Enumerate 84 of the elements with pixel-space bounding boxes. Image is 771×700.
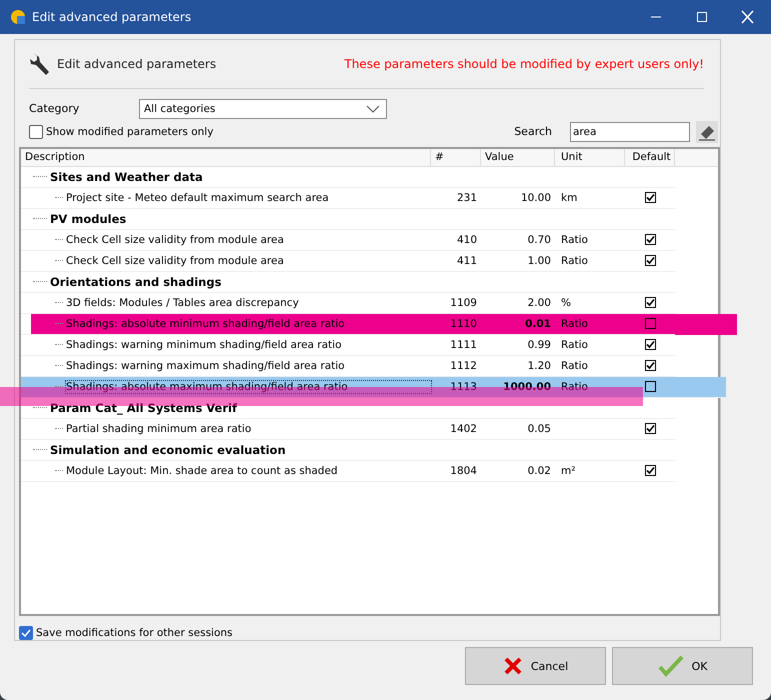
- cancel-button[interactable]: Cancel: [465, 647, 606, 685]
- checkmark-icon: [658, 655, 684, 677]
- category-row[interactable]: Param Cat_ All Systems Verif: [50, 400, 237, 414]
- default-checkbox[interactable]: [644, 360, 656, 371]
- parameter-row[interactable]: Shadings: warning minimum shading/field area ratio 1111 0.99 Ratio: [21, 334, 675, 356]
- default-checkbox[interactable]: [644, 192, 656, 203]
- save-modifications-checkbox[interactable]: Save modifications for other sessions: [19, 626, 718, 640]
- default-checkbox[interactable]: [644, 318, 656, 329]
- unit-cell-text: km: [560, 192, 578, 204]
- description-cell-text: Project site - Meteo default maximum search area: [66, 192, 330, 204]
- modified-only-checkbox[interactable]: Show modified parameters only: [29, 124, 214, 138]
- value-cell-text: 0.99: [526, 338, 552, 350]
- cross-icon: [502, 656, 523, 676]
- default-checkbox[interactable]: [644, 465, 656, 476]
- panel-title: Edit advanced parameters: [57, 56, 216, 71]
- parameter-row[interactable]: Shadings: absolute maximum shading/field area ratio 1113 1000.00 Ratio: [21, 376, 726, 398]
- category-row[interactable]: Orientations and shadings: [50, 274, 222, 288]
- value-cell-text: 1000.00: [502, 380, 552, 392]
- search-label: Search: [514, 125, 552, 138]
- value-cell-text: 1.00: [526, 254, 552, 266]
- number-cell-text: 1804: [449, 464, 478, 476]
- category-label: Category: [29, 102, 80, 115]
- parameter-row[interactable]: Partial shading minimum area ratio 1402 0.05: [21, 418, 675, 440]
- column-header[interactable]: Unit: [555, 148, 625, 166]
- number-cell-text: 1111: [449, 338, 478, 350]
- default-checkbox[interactable]: [644, 381, 656, 392]
- category-row[interactable]: PV modules: [50, 212, 126, 226]
- unit-cell-text: Ratio: [560, 318, 589, 330]
- number-cell-text: 1109: [449, 296, 478, 308]
- unit-cell-text: Ratio: [560, 338, 589, 350]
- value-cell-text: 10.00: [520, 192, 552, 204]
- chevron-down-icon: [366, 104, 380, 112]
- unit-cell-text: %: [560, 296, 572, 308]
- unit-cell-text: Ratio: [560, 234, 589, 246]
- default-checkbox[interactable]: [644, 234, 656, 245]
- warning-text: These parameters should be modified by expert users only!: [344, 56, 704, 71]
- value-cell-text: 0.05: [526, 422, 552, 434]
- search-field[interactable]: area: [570, 122, 690, 142]
- number-cell-text: 411: [456, 254, 478, 266]
- parameter-row[interactable]: Check Cell size validity from module area 411 1.00 Ratio: [21, 250, 675, 272]
- parameter-row[interactable]: Check Cell size validity from module area 410 0.70 Ratio: [21, 230, 675, 250]
- checkmark-icon: [21, 628, 31, 638]
- value-cell-text: 2.00: [526, 296, 552, 308]
- default-checkbox[interactable]: [644, 339, 656, 350]
- unit-cell-text: Ratio: [560, 254, 589, 266]
- number-cell-text: 1110: [449, 318, 478, 330]
- number-cell-text: 1113: [449, 380, 478, 392]
- eraser-icon[interactable]: [696, 120, 718, 142]
- description-cell-text: Check Cell size validity from module area: [66, 234, 285, 246]
- ok-button[interactable]: OK: [612, 647, 753, 685]
- description-cell-text: Shadings: absolute minimum shading/field area ratio: [66, 318, 346, 330]
- value-cell-text: 0.01: [524, 318, 552, 330]
- window-title: Edit advanced parameters: [32, 10, 192, 24]
- column-header[interactable]: #: [431, 148, 481, 166]
- description-cell-text: Module Layout: Min. shade area to count as shaded: [66, 464, 339, 476]
- value-cell-text: 0.70: [526, 234, 552, 246]
- column-header[interactable]: Value: [481, 148, 555, 166]
- default-checkbox[interactable]: [644, 297, 656, 308]
- unit-cell-text: Ratio: [560, 380, 589, 392]
- category-row[interactable]: Sites and Weather data: [50, 170, 203, 184]
- unit-cell-text: m²: [560, 464, 576, 476]
- parameter-row[interactable]: Module Layout: Min. shade area to count as shaded 1804 0.02 m²: [21, 460, 675, 482]
- number-cell-text: 1112: [449, 360, 478, 372]
- number-cell-text: 231: [456, 192, 478, 204]
- category-dropdown[interactable]: All categories: [139, 98, 387, 118]
- description-cell-text: Shadings: warning minimum shading/field area ratio: [66, 338, 343, 350]
- description-cell-text: Partial shading minimum area ratio: [66, 422, 252, 434]
- value-cell-text: 1.20: [526, 360, 552, 372]
- description-cell: Shadings: absolute maximum shading/field area ratio: [66, 380, 431, 392]
- number-cell-text: 410: [456, 234, 478, 246]
- category-row[interactable]: Simulation and economic evaluation: [50, 442, 286, 456]
- column-header[interactable]: Description: [21, 148, 431, 166]
- parameter-row[interactable]: Project site - Meteo default maximum search area 231 10.00 km: [21, 188, 675, 208]
- number-cell-text: 1402: [449, 422, 478, 434]
- parameter-row[interactable]: Shadings: absolute minimum shading/field area ratio 1110 0.01 Ratio: [21, 314, 675, 334]
- app-icon: [10, 9, 26, 25]
- default-checkbox[interactable]: [644, 255, 656, 266]
- description-cell-text: 3D fields: Modules / Tables area discrepancy: [66, 296, 300, 308]
- value-cell-text: 0.02: [526, 464, 552, 476]
- column-header[interactable]: Default: [625, 148, 675, 166]
- default-checkbox[interactable]: [644, 423, 656, 434]
- unit-cell-text: Ratio: [560, 360, 589, 372]
- description-cell-text: Check Cell size validity from module area: [66, 254, 285, 266]
- description-cell-text: Shadings: warning maximum shading/field area ratio: [66, 360, 346, 372]
